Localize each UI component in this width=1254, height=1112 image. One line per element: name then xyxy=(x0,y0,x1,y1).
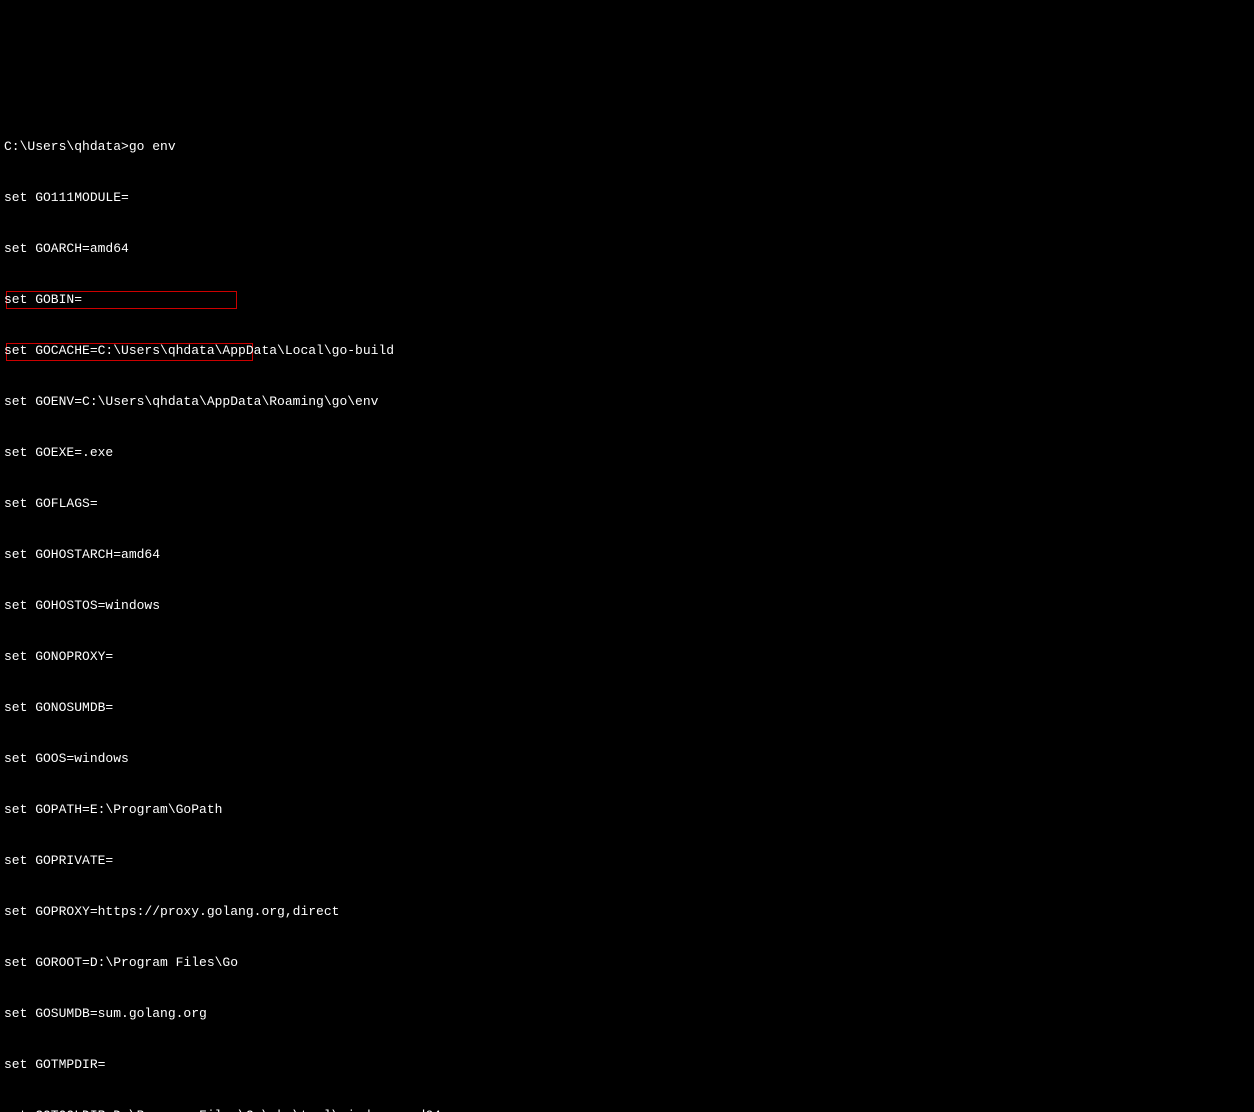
output-line: set GOENV=C:\Users\qhdata\AppData\Roamin… xyxy=(4,393,1250,410)
output-line: set GOPRIVATE= xyxy=(4,852,1250,869)
output-line: set GOPROXY=https://proxy.golang.org,dir… xyxy=(4,903,1250,920)
terminal-window[interactable]: C:\Users\qhdata>go env set GO111MODULE= … xyxy=(4,70,1250,1112)
output-line: set GOHOSTOS=windows xyxy=(4,597,1250,614)
output-line: set GOTOOLDIR=D:\Program Files\Go\pkg\to… xyxy=(4,1107,1250,1112)
output-line: set GO111MODULE= xyxy=(4,189,1250,206)
prompt-line: C:\Users\qhdata>go env xyxy=(4,138,1250,155)
output-line: set GOARCH=amd64 xyxy=(4,240,1250,257)
output-line: set GOEXE=.exe xyxy=(4,444,1250,461)
output-line: set GOSUMDB=sum.golang.org xyxy=(4,1005,1250,1022)
output-line: set GOOS=windows xyxy=(4,750,1250,767)
output-line: set GOCACHE=C:\Users\qhdata\AppData\Loca… xyxy=(4,342,1250,359)
output-line: set GOHOSTARCH=amd64 xyxy=(4,546,1250,563)
output-line: set GOFLAGS= xyxy=(4,495,1250,512)
output-line: set GONOSUMDB= xyxy=(4,699,1250,716)
output-line-gopath: set GOPATH=E:\Program\GoPath xyxy=(4,801,1250,818)
output-line: set GONOPROXY= xyxy=(4,648,1250,665)
output-line-goroot: set GOROOT=D:\Program Files\Go xyxy=(4,954,1250,971)
output-line: set GOBIN= xyxy=(4,291,1250,308)
output-line: set GOTMPDIR= xyxy=(4,1056,1250,1073)
